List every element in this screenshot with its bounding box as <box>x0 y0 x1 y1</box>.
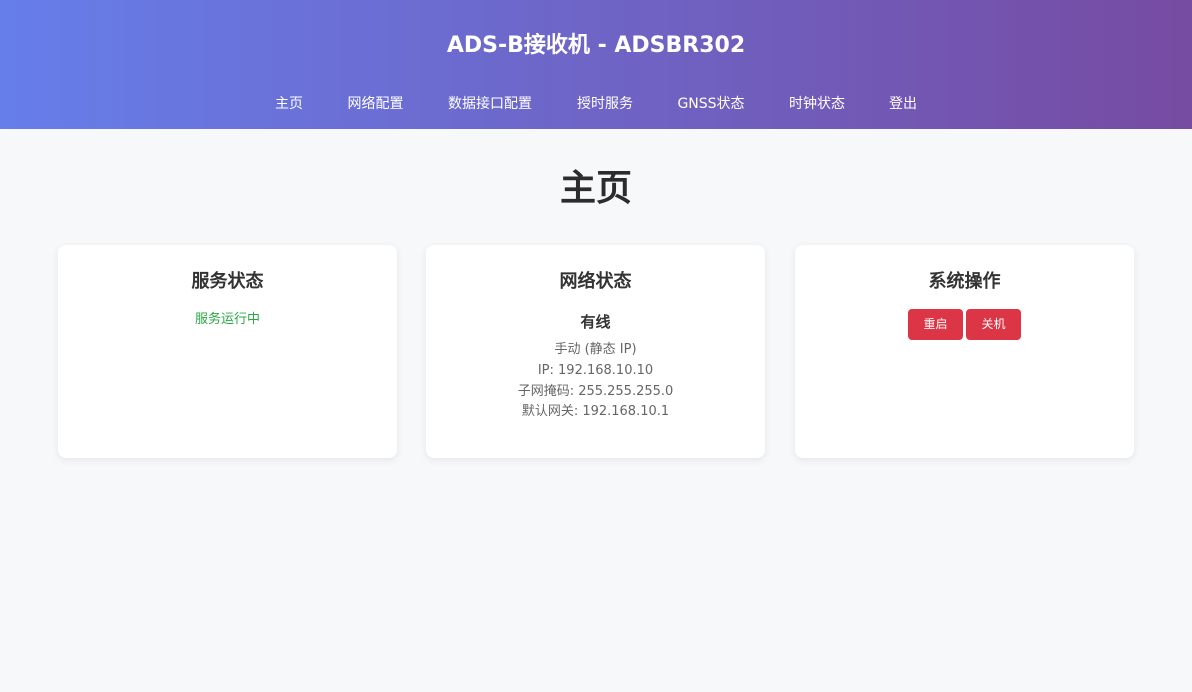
nav-item-clock-status[interactable]: 时钟状态 <box>779 92 855 116</box>
nav-item-timing-service[interactable]: 授时服务 <box>567 92 643 116</box>
service-status-card: 服务状态 服务运行中 <box>58 245 397 458</box>
app-header: ADS-B接收机 - ADSBR302 主页 网络配置 数据接口配置 授时服务 … <box>0 0 1192 129</box>
network-ip: IP: 192.168.10.10 <box>537 363 654 378</box>
network-subnet: 子网掩码: 255.255.255.0 <box>517 384 674 399</box>
nav-item-network-config[interactable]: 网络配置 <box>338 92 413 116</box>
nav-item-gnss-status[interactable]: GNSS状态 <box>667 92 755 116</box>
network-mode: 手动 (静态 IP) <box>554 342 637 357</box>
connection-type: 有线 <box>580 313 611 331</box>
network-gateway: 默认网关: 192.168.10.1 <box>521 404 670 419</box>
page-title: 主页 <box>559 168 632 209</box>
restart-button[interactable]: 重启 <box>908 309 963 340</box>
nav-item-data-interface-config[interactable]: 数据接口配置 <box>438 92 542 116</box>
nav-item-home[interactable]: 主页 <box>262 92 316 116</box>
service-status-text: 服务运行中 <box>194 312 260 327</box>
service-status-title: 服务状态 <box>191 271 264 292</box>
shutdown-button[interactable]: 关机 <box>966 309 1021 340</box>
system-operations-card: 系统操作 重启 关机 <box>795 245 1134 458</box>
system-operations-title: 系统操作 <box>928 271 1001 292</box>
network-status-card: 网络状态 有线 手动 (静态 IP) IP: 192.168.10.10 子网掩… <box>426 245 765 458</box>
network-status-title: 网络状态 <box>559 271 632 292</box>
main-nav: 主页 网络配置 数据接口配置 授时服务 GNSS状态 时钟状态 登出 <box>0 92 1192 116</box>
app-title: ADS-B接收机 - ADSBR302 <box>446 33 746 58</box>
nav-item-logout[interactable]: 登出 <box>879 92 927 116</box>
